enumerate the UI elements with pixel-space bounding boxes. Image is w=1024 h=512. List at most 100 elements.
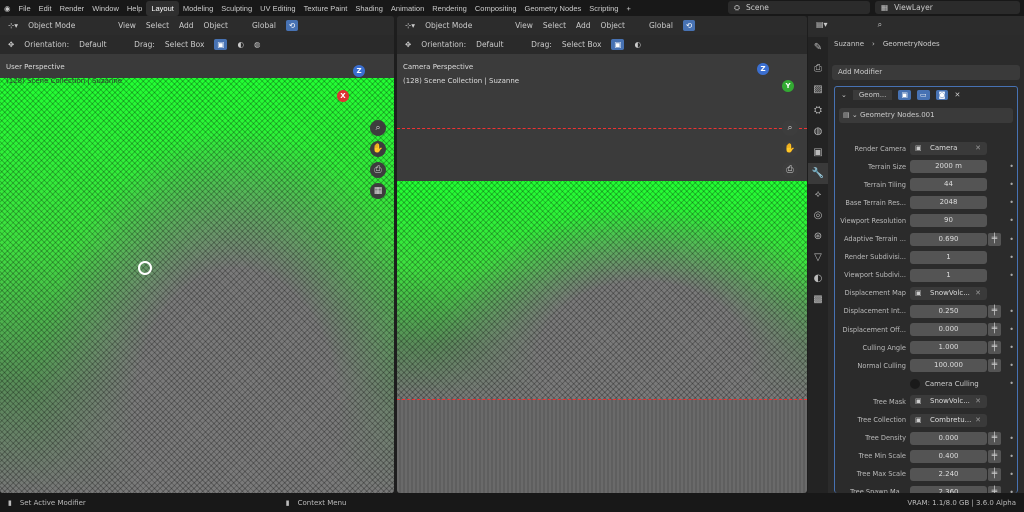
blender-logo-icon[interactable]: ◉ bbox=[0, 4, 15, 13]
tree-mask-field[interactable]: SnowVolc... ✕ bbox=[910, 395, 987, 409]
camera-view-icon[interactable]: ⎙ bbox=[782, 162, 798, 178]
keyframe-dot-icon[interactable]: • bbox=[1009, 235, 1014, 244]
tab-layout[interactable]: Layout bbox=[146, 0, 179, 16]
shading-material-icon[interactable]: ◐ bbox=[237, 40, 244, 49]
attribute-toggle-icon[interactable]: ╪ bbox=[988, 232, 1001, 246]
camera-view-icon[interactable]: ⎙ bbox=[370, 162, 386, 178]
keyframe-dot-icon[interactable]: • bbox=[1009, 343, 1014, 352]
keyframe-dot-icon[interactable]: • bbox=[1009, 271, 1014, 280]
tab-material-icon[interactable]: ◐ bbox=[808, 268, 828, 289]
scene-selector[interactable]: ⛭ Scene bbox=[728, 1, 870, 14]
keyframe-dot-icon[interactable]: • bbox=[1009, 216, 1014, 225]
gizmo-x-axis[interactable]: X bbox=[337, 90, 349, 102]
displacement-int-field[interactable]: 0.250 bbox=[910, 304, 987, 318]
zoom-icon[interactable]: ⌕ bbox=[782, 120, 798, 136]
orientation-select[interactable]: Default bbox=[79, 40, 124, 49]
menu-object[interactable]: Object bbox=[204, 21, 228, 30]
shading-solid-icon[interactable]: ▣ bbox=[214, 39, 228, 50]
camera-culling-checkbox[interactable] bbox=[910, 378, 920, 389]
displacement-off-field[interactable]: 0.000 bbox=[910, 323, 987, 336]
tree-min-scale-field[interactable]: 0.400 bbox=[910, 449, 987, 463]
orientation-select[interactable]: Default bbox=[476, 40, 521, 49]
keyframe-dot-icon[interactable]: • bbox=[1009, 434, 1014, 443]
tab-physics-icon[interactable]: ◎ bbox=[808, 205, 828, 226]
tree-density-field[interactable]: 0.000 bbox=[910, 431, 987, 445]
keyframe-dot-icon[interactable]: • bbox=[1009, 307, 1014, 316]
viewport-toggle-icon[interactable]: ▭ bbox=[917, 90, 930, 100]
editmode-toggle-icon[interactable]: ▣ bbox=[898, 90, 912, 100]
gizmo-y-axis[interactable]: Y bbox=[782, 80, 794, 92]
mode-select[interactable]: Object Mode bbox=[28, 21, 108, 30]
viewport-right[interactable]: ⊹▾ Object Mode View Select Add Object Gl… bbox=[397, 16, 807, 493]
attribute-toggle-icon[interactable]: ╪ bbox=[988, 449, 1001, 463]
gizmo-z-axis[interactable]: Z bbox=[353, 65, 365, 77]
attribute-toggle-icon[interactable]: ╪ bbox=[988, 304, 1001, 318]
menu-add[interactable]: Add bbox=[576, 21, 591, 30]
search-icon[interactable]: ⌕ bbox=[878, 20, 882, 29]
tab-object-icon[interactable]: ▣ bbox=[808, 142, 828, 163]
shading-render-icon[interactable]: ◍ bbox=[254, 40, 261, 49]
menu-object[interactable]: Object bbox=[601, 21, 625, 30]
tab-constraints-icon[interactable]: ⊛ bbox=[808, 226, 828, 247]
clear-icon[interactable]: ✕ bbox=[975, 287, 981, 300]
culling-angle-field[interactable]: 1.000 bbox=[910, 341, 987, 355]
add-workspace-button[interactable]: + bbox=[622, 4, 634, 13]
menu-add[interactable]: Add bbox=[179, 21, 194, 30]
snap-icon[interactable]: ⟲ bbox=[285, 20, 299, 31]
render-subdivisi-field[interactable]: 1 bbox=[910, 250, 987, 264]
keyframe-dot-icon[interactable]: • bbox=[1009, 379, 1014, 388]
drag-select[interactable]: Select Box bbox=[165, 40, 204, 49]
viewport-left[interactable]: ⊹▾ Object Mode View Select Add Object Gl… bbox=[0, 16, 394, 493]
pan-hand-icon[interactable]: ✋ bbox=[370, 141, 386, 157]
tab-modifier-wrench-icon[interactable]: 🔧 bbox=[808, 163, 828, 184]
keyframe-dot-icon[interactable]: • bbox=[1009, 470, 1014, 479]
editor-type-icon[interactable]: ▤▾ bbox=[816, 20, 828, 29]
terrain-tiling-field[interactable]: 44 bbox=[910, 178, 987, 192]
object-origin-gizmo[interactable] bbox=[138, 261, 152, 275]
viewport-subdivi-field[interactable]: 1 bbox=[910, 268, 987, 282]
tab-modeling[interactable]: Modeling bbox=[179, 4, 217, 13]
menu-file[interactable]: File bbox=[15, 4, 35, 13]
attribute-toggle-icon[interactable]: ╪ bbox=[988, 323, 1001, 336]
clear-icon[interactable]: ✕ bbox=[975, 395, 981, 408]
clear-icon[interactable]: ✕ bbox=[975, 414, 981, 427]
editor-type-icon[interactable]: ⊹▾ bbox=[405, 21, 415, 30]
menu-edit[interactable]: Edit bbox=[35, 4, 56, 13]
tab-animation[interactable]: Animation bbox=[387, 4, 428, 13]
tree-max-scale-field[interactable]: 2.240 bbox=[910, 467, 987, 481]
terrain-size-field[interactable]: 2000 m bbox=[910, 160, 987, 174]
tab-shading[interactable]: Shading bbox=[351, 4, 387, 13]
attribute-toggle-icon[interactable]: ╪ bbox=[988, 467, 1001, 481]
close-icon[interactable]: ✕ bbox=[954, 91, 960, 99]
tab-world-icon[interactable]: ◍ bbox=[808, 121, 828, 142]
pan-hand-icon[interactable]: ✋ bbox=[782, 141, 798, 157]
keyframe-dot-icon[interactable]: • bbox=[1009, 325, 1014, 334]
normal-culling-field[interactable]: 100.000 bbox=[910, 359, 987, 373]
gizmo-z-axis[interactable]: Z bbox=[757, 63, 769, 75]
tab-tool-icon[interactable]: ✎ bbox=[808, 37, 828, 58]
menu-help[interactable]: Help bbox=[123, 4, 146, 13]
tab-scene-icon[interactable]: ⛭ bbox=[808, 100, 828, 121]
node-group-selector[interactable]: ▤ ⌄ Geometry Nodes.001 bbox=[839, 108, 1013, 123]
attribute-toggle-icon[interactable]: ╪ bbox=[988, 341, 1001, 355]
tab-compositing[interactable]: Compositing bbox=[471, 4, 521, 13]
attribute-toggle-icon[interactable]: ╪ bbox=[988, 431, 1001, 445]
base-terrain-res-field[interactable]: 2048 bbox=[910, 196, 987, 210]
drag-select[interactable]: Select Box bbox=[562, 40, 601, 49]
transform-orientation[interactable]: Global bbox=[649, 21, 673, 30]
adaptive-terrain-field[interactable]: 0.690 bbox=[910, 232, 987, 246]
tab-texture-icon[interactable]: ▩ bbox=[808, 289, 828, 310]
menu-render[interactable]: Render bbox=[56, 4, 89, 13]
collapse-chevron-icon[interactable]: ⌄ bbox=[841, 91, 847, 99]
tree-collection-field[interactable]: Combretu...✕ bbox=[910, 413, 987, 427]
keyframe-dot-icon[interactable]: • bbox=[1009, 253, 1014, 262]
shading-material-icon[interactable]: ◐ bbox=[634, 40, 641, 49]
ortho-grid-icon[interactable]: ▦ bbox=[370, 183, 386, 199]
keyframe-dot-icon[interactable]: • bbox=[1009, 361, 1014, 370]
modifier-name[interactable]: Geom... bbox=[852, 90, 893, 100]
tab-rendering[interactable]: Rendering bbox=[428, 4, 471, 13]
keyframe-dot-icon[interactable]: • bbox=[1009, 198, 1014, 207]
displacement-map-field[interactable]: SnowVolc... ✕ bbox=[910, 286, 987, 300]
keyframe-dot-icon[interactable]: • bbox=[1009, 180, 1014, 189]
snap-icon[interactable]: ⟲ bbox=[682, 20, 696, 31]
